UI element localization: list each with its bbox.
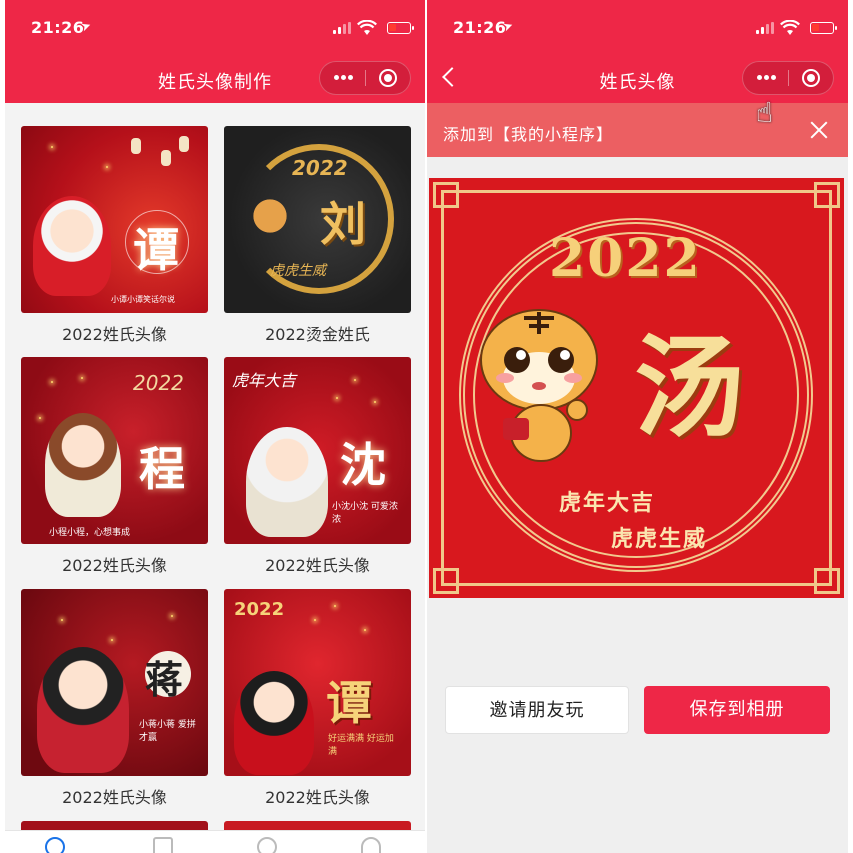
badge-text: 虎年大吉 <box>232 371 297 390</box>
mini-program-capsule <box>319 61 411 95</box>
poster-surname: 汤 <box>634 323 744 452</box>
surname-text: 沈 <box>340 438 386 492</box>
close-mini-program-icon[interactable] <box>802 69 820 87</box>
template-card[interactable]: 2022 程 小程小程，心想事成 2022姓氏头像 <box>21 357 208 576</box>
more-options-icon[interactable] <box>757 75 777 81</box>
cartoon-girl-image <box>45 413 121 517</box>
tab-profile-icon[interactable] <box>361 837 381 853</box>
nav-header: 21:26 ➤ 姓氏头像 <box>427 0 848 103</box>
poster-blessing-1: 虎年大吉 <box>559 491 656 516</box>
template-card[interactable]: 2022 刘 虎虎生威 2022烫金姓氏 <box>224 126 411 345</box>
more-options-icon[interactable] <box>334 75 354 81</box>
add-bar-text: 添加到【我的小程序】 <box>443 125 614 144</box>
tiger-image <box>242 186 298 246</box>
template-thumbnail: 虎年大吉 沈 小沈小沈 可爱浓浓 <box>224 357 411 544</box>
bottom-tab-bar <box>5 830 425 853</box>
surname-text: 程 <box>139 442 185 496</box>
year-text: 2022 <box>292 156 348 180</box>
year-text: 2022 <box>133 371 184 395</box>
cartoon-boy-image <box>234 671 314 775</box>
template-card[interactable]: 虎年大吉 沈 小沈小沈 可爱浓浓 2022姓氏头像 <box>224 357 411 576</box>
surname-text: 谭 <box>133 223 179 277</box>
tab-home-icon[interactable] <box>45 837 65 853</box>
tagline-text: 好运满满 好运加满 <box>328 734 394 757</box>
tab-audio-icon[interactable] <box>153 837 173 853</box>
close-mini-program-icon[interactable] <box>379 69 397 87</box>
save-to-album-button[interactable]: 保存到相册 <box>644 686 830 734</box>
corner-ornament-icon <box>814 568 840 594</box>
surname-text: 谭 <box>326 676 372 730</box>
tab-discover-icon[interactable] <box>257 837 277 853</box>
wifi-icon <box>780 20 800 35</box>
nav-header: 21:26 ➤ 姓氏头像制作 <box>5 0 425 103</box>
template-caption: 2022姓氏头像 <box>62 788 167 807</box>
template-thumbnail: 谭 小谭小谭笑话尔说 <box>21 126 208 313</box>
invite-friends-button[interactable]: 邀请朋友玩 <box>445 686 629 734</box>
status-time: 21:26 <box>453 18 507 37</box>
avatar-preview: 2022 汤 虎年大吉 虎虎生威 <box>429 178 844 598</box>
template-thumbnail: 2022 谭 好运满满 好运加满 <box>224 589 411 776</box>
template-caption: 2022姓氏头像 <box>265 788 370 807</box>
template-card[interactable]: 2022 谭 好运满满 好运加满 2022姓氏头像 <box>224 589 411 808</box>
cartoon-tiger-image <box>480 309 598 462</box>
poster-blessing-2: 虎虎生威 <box>611 527 708 552</box>
template-caption: 2022烫金姓氏 <box>265 325 370 344</box>
template-card[interactable]: 蒋 小蒋小蒋 爱拼才赢 2022姓氏头像 <box>21 589 208 808</box>
template-card[interactable]: 谭 小谭小谭笑话尔说 2022姓氏头像 <box>21 126 208 345</box>
avatar-template-grid: 谭 小谭小谭笑话尔说 2022姓氏头像 2022 刘 虎虎生威 2022烫金姓氏… <box>5 103 425 853</box>
corner-ornament-icon <box>814 182 840 208</box>
status-bar: 21:26 ➤ <box>427 18 848 44</box>
signal-icon <box>333 22 351 34</box>
template-thumbnail: 2022 程 小程小程，心想事成 <box>21 357 208 544</box>
tagline-text: 小沈小沈 可爱浓浓 <box>332 502 398 525</box>
template-caption: 2022姓氏头像 <box>265 556 370 575</box>
status-time: 21:26 <box>31 18 85 37</box>
tagline-text: 小程小程，心想事成 <box>49 528 131 538</box>
pointer-hand-icon: ☝ <box>756 96 774 129</box>
tagline-text: 虎虎生威 <box>270 263 326 279</box>
year-text: 2022 <box>234 599 285 620</box>
add-to-my-mini-programs-bar[interactable]: 添加到【我的小程序】 <box>427 103 848 157</box>
tagline-text: 小谭小谭笑话尔说 <box>111 295 175 304</box>
corner-ornament-icon <box>433 568 459 594</box>
wifi-icon <box>357 20 377 35</box>
template-thumbnail: 蒋 小蒋小蒋 爱拼才赢 <box>21 589 208 776</box>
phone-left: 21:26 ➤ 姓氏头像制作 谭 小谭小谭笑话尔说 2022姓氏头像 2022 … <box>5 0 425 853</box>
battery-icon <box>810 22 837 34</box>
phone-right: 21:26 ➤ 姓氏头像 添加到【我的小程序】 ☝ 2022 汤 虎年大吉 虎虎… <box>427 0 848 853</box>
signal-icon <box>756 22 774 34</box>
cartoon-girl-image <box>33 196 111 296</box>
cartoon-girl-image <box>246 427 328 537</box>
status-bar: 21:26 ➤ <box>5 18 425 44</box>
close-icon[interactable] <box>810 121 828 139</box>
template-thumbnail: 2022 刘 虎虎生威 <box>224 126 411 313</box>
tagline-text: 小蒋小蒋 爱拼才赢 <box>139 720 196 743</box>
poster-year: 2022 <box>549 228 702 289</box>
battery-icon <box>387 22 414 34</box>
corner-ornament-icon <box>433 182 459 208</box>
mini-program-capsule <box>742 61 834 95</box>
surname-text: 刘 <box>320 197 366 251</box>
template-caption: 2022姓氏头像 <box>62 325 167 344</box>
cartoon-boy-image <box>37 647 129 773</box>
surname-text: 蒋 <box>145 657 184 702</box>
template-caption: 2022姓氏头像 <box>62 556 167 575</box>
